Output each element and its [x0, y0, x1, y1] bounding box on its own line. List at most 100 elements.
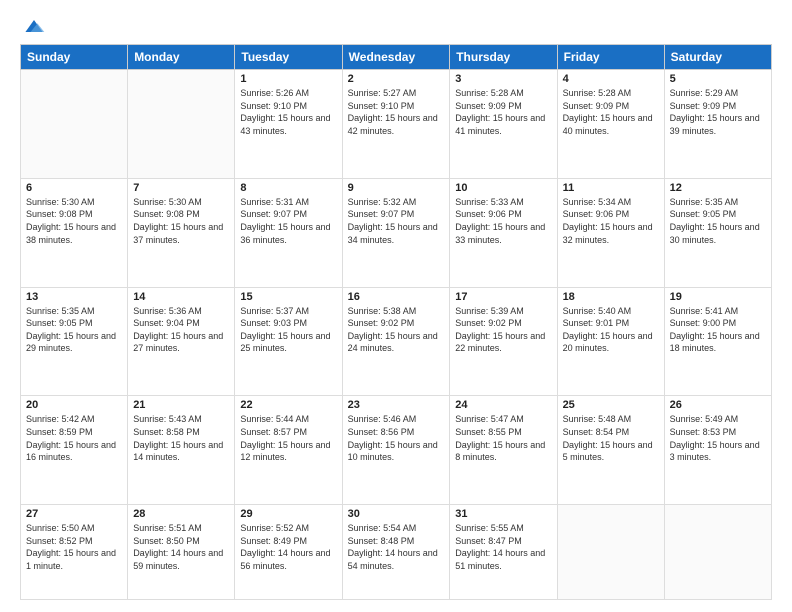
- day-number: 17: [455, 291, 551, 303]
- day-number: 13: [26, 291, 122, 303]
- calendar-cell: 9 Sunrise: 5:32 AM Sunset: 9:07 PM Daylig…: [342, 178, 450, 287]
- calendar-cell: 27Sunrise: 5:50 AM Sunset: 8:52 PM Dayli…: [21, 505, 128, 600]
- calendar-cell: 17 Sunrise: 5:39 AM Sunset: 9:02 PM Dayli…: [450, 287, 557, 396]
- cell-content: Sunrise: 5:29 AM Sunset: 9:09 PM Dayligh…: [670, 87, 766, 137]
- weekday-header-row: SundayMondayTuesdayWednesdayThursdayFrid…: [21, 45, 772, 70]
- calendar-cell: 11 Sunrise: 5:34 AM Sunset: 9:06 PM Dayli…: [557, 178, 664, 287]
- calendar-cell: [557, 505, 664, 600]
- day-number: 25: [563, 399, 659, 411]
- day-number: 15: [240, 291, 336, 303]
- week-row-1: 1 Sunrise: 5:26 AM Sunset: 9:10 PM Daylig…: [21, 70, 772, 179]
- day-number: 5: [670, 73, 766, 85]
- cell-content: Sunrise: 5:55 AM Sunset: 8:47 PM Dayligh…: [455, 522, 551, 572]
- day-number: 11: [563, 182, 659, 194]
- cell-content: Sunrise: 5:28 AM Sunset: 9:09 PM Dayligh…: [563, 87, 659, 137]
- cell-content: Sunrise: 5:46 AM Sunset: 8:56 PM Dayligh…: [348, 413, 445, 463]
- calendar-cell: 31Sunrise: 5:55 AM Sunset: 8:47 PM Dayli…: [450, 505, 557, 600]
- calendar-cell: 21Sunrise: 5:43 AM Sunset: 8:58 PM Dayli…: [128, 396, 235, 505]
- logo-icon: [22, 16, 46, 36]
- calendar-cell: 15 Sunrise: 5:37 AM Sunset: 9:03 PM Dayli…: [235, 287, 342, 396]
- weekday-sunday: Sunday: [21, 45, 128, 70]
- weekday-wednesday: Wednesday: [342, 45, 450, 70]
- day-number: 23: [348, 399, 445, 411]
- calendar-cell: [664, 505, 771, 600]
- calendar-cell: 23 Sunrise: 5:46 AM Sunset: 8:56 PM Dayli…: [342, 396, 450, 505]
- weekday-tuesday: Tuesday: [235, 45, 342, 70]
- cell-content: Sunrise: 5:38 AM Sunset: 9:02 PM Dayligh…: [348, 305, 445, 355]
- day-number: 1: [240, 73, 336, 85]
- calendar-cell: 8Sunrise: 5:31 AM Sunset: 9:07 PM Daylig…: [235, 178, 342, 287]
- day-number: 6: [26, 182, 122, 194]
- weekday-thursday: Thursday: [450, 45, 557, 70]
- calendar-cell: 7Sunrise: 5:30 AM Sunset: 9:08 PM Daylig…: [128, 178, 235, 287]
- day-number: 30: [348, 508, 445, 520]
- calendar-cell: 1 Sunrise: 5:26 AM Sunset: 9:10 PM Daylig…: [235, 70, 342, 179]
- day-number: 24: [455, 399, 551, 411]
- calendar-cell: 5 Sunrise: 5:29 AM Sunset: 9:09 PM Daylig…: [664, 70, 771, 179]
- day-number: 19: [670, 291, 766, 303]
- cell-content: Sunrise: 5:37 AM Sunset: 9:03 PM Dayligh…: [240, 305, 336, 355]
- weekday-saturday: Saturday: [664, 45, 771, 70]
- calendar-cell: 4 Sunrise: 5:28 AM Sunset: 9:09 PM Daylig…: [557, 70, 664, 179]
- calendar-cell: 20 Sunrise: 5:42 AM Sunset: 8:59 PM Dayli…: [21, 396, 128, 505]
- day-number: 12: [670, 182, 766, 194]
- calendar-cell: 24 Sunrise: 5:47 AM Sunset: 8:55 PM Dayli…: [450, 396, 557, 505]
- day-number: 26: [670, 399, 766, 411]
- cell-content: Sunrise: 5:48 AM Sunset: 8:54 PM Dayligh…: [563, 413, 659, 463]
- day-number: 4: [563, 73, 659, 85]
- week-row-5: 27Sunrise: 5:50 AM Sunset: 8:52 PM Dayli…: [21, 505, 772, 600]
- week-row-4: 20 Sunrise: 5:42 AM Sunset: 8:59 PM Dayli…: [21, 396, 772, 505]
- calendar: SundayMondayTuesdayWednesdayThursdayFrid…: [20, 44, 772, 600]
- calendar-cell: 22 Sunrise: 5:44 AM Sunset: 8:57 PM Dayli…: [235, 396, 342, 505]
- cell-content: Sunrise: 5:47 AM Sunset: 8:55 PM Dayligh…: [455, 413, 551, 463]
- calendar-cell: 6Sunrise: 5:30 AM Sunset: 9:08 PM Daylig…: [21, 178, 128, 287]
- week-row-2: 6 Sunrise: 5:30 AM Sunset: 9:08 PM Daylig…: [21, 178, 772, 287]
- cell-content: Sunrise: 5:42 AM Sunset: 8:59 PM Dayligh…: [26, 413, 122, 463]
- day-number: 22: [240, 399, 336, 411]
- calendar-cell: 28Sunrise: 5:51 AM Sunset: 8:50 PM Dayli…: [128, 505, 235, 600]
- weekday-friday: Friday: [557, 45, 664, 70]
- cell-content: Sunrise: 5:39 AM Sunset: 9:02 PM Dayligh…: [455, 305, 551, 355]
- calendar-cell: 16 Sunrise: 5:38 AM Sunset: 9:02 PM Dayli…: [342, 287, 450, 396]
- calendar-cell: 25 Sunrise: 5:48 AM Sunset: 8:54 PM Dayli…: [557, 396, 664, 505]
- day-number: 3: [455, 73, 551, 85]
- day-number: 18: [563, 291, 659, 303]
- cell-content: Sunrise: 5:40 AM Sunset: 9:01 PM Dayligh…: [563, 305, 659, 355]
- cell-content: Sunrise: 5:28 AM Sunset: 9:09 PM Dayligh…: [455, 87, 551, 137]
- cell-content: Sunrise: 5:35 AM Sunset: 9:05 PM Dayligh…: [26, 305, 122, 355]
- calendar-cell: 29 Sunrise: 5:52 AM Sunset: 8:49 PM Dayli…: [235, 505, 342, 600]
- cell-content: Sunrise: 5:44 AM Sunset: 8:57 PM Dayligh…: [240, 413, 336, 463]
- cell-content: Sunrise: 5:30 AM Sunset: 9:08 PM Dayligh…: [133, 196, 229, 246]
- calendar-cell: 19 Sunrise: 5:41 AM Sunset: 9:00 PM Dayli…: [664, 287, 771, 396]
- weekday-monday: Monday: [128, 45, 235, 70]
- header: [20, 16, 772, 36]
- calendar-cell: 26 Sunrise: 5:49 AM Sunset: 8:53 PM Dayli…: [664, 396, 771, 505]
- day-number: 2: [348, 73, 445, 85]
- cell-content: Sunrise: 5:52 AM Sunset: 8:49 PM Dayligh…: [240, 522, 336, 572]
- cell-content: Sunrise: 5:54 AM Sunset: 8:48 PM Dayligh…: [348, 522, 445, 572]
- calendar-cell: 10 Sunrise: 5:33 AM Sunset: 9:06 PM Dayli…: [450, 178, 557, 287]
- day-number: 28: [133, 508, 229, 520]
- day-number: 20: [26, 399, 122, 411]
- cell-content: Sunrise: 5:26 AM Sunset: 9:10 PM Dayligh…: [240, 87, 336, 137]
- cell-content: Sunrise: 5:32 AM Sunset: 9:07 PM Dayligh…: [348, 196, 445, 246]
- calendar-cell: [128, 70, 235, 179]
- calendar-cell: 30 Sunrise: 5:54 AM Sunset: 8:48 PM Dayli…: [342, 505, 450, 600]
- day-number: 29: [240, 508, 336, 520]
- cell-content: Sunrise: 5:27 AM Sunset: 9:10 PM Dayligh…: [348, 87, 445, 137]
- week-row-3: 13 Sunrise: 5:35 AM Sunset: 9:05 PM Dayli…: [21, 287, 772, 396]
- day-number: 9: [348, 182, 445, 194]
- cell-content: Sunrise: 5:41 AM Sunset: 9:00 PM Dayligh…: [670, 305, 766, 355]
- day-number: 10: [455, 182, 551, 194]
- calendar-cell: 12 Sunrise: 5:35 AM Sunset: 9:05 PM Dayli…: [664, 178, 771, 287]
- cell-content: Sunrise: 5:34 AM Sunset: 9:06 PM Dayligh…: [563, 196, 659, 246]
- cell-content: Sunrise: 5:31 AM Sunset: 9:07 PM Dayligh…: [240, 196, 336, 246]
- day-number: 14: [133, 291, 229, 303]
- day-number: 16: [348, 291, 445, 303]
- calendar-cell: 3 Sunrise: 5:28 AM Sunset: 9:09 PM Daylig…: [450, 70, 557, 179]
- logo: [20, 16, 46, 36]
- cell-content: Sunrise: 5:35 AM Sunset: 9:05 PM Dayligh…: [670, 196, 766, 246]
- cell-content: Sunrise: 5:49 AM Sunset: 8:53 PM Dayligh…: [670, 413, 766, 463]
- day-number: 21: [133, 399, 229, 411]
- cell-content: Sunrise: 5:33 AM Sunset: 9:06 PM Dayligh…: [455, 196, 551, 246]
